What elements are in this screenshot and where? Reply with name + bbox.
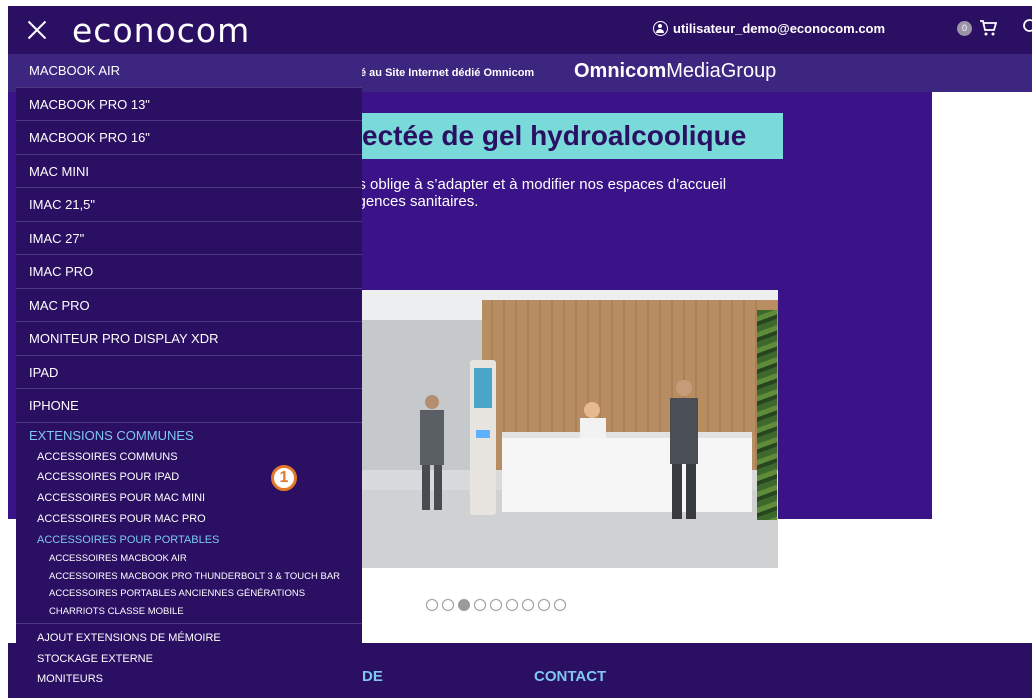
plant-wall: [757, 310, 777, 520]
carousel-dot[interactable]: [506, 599, 518, 611]
subsubmenu-item-macbook-pro-thunderbolt[interactable]: ACCESSOIRES MACBOOK PRO THUNDERBOLT 3 & …: [16, 568, 362, 585]
submenu-item-accessoires-mac-pro[interactable]: ACCESSOIRES POUR MAC PRO: [16, 509, 362, 530]
menu-item-macbook-air[interactable]: MACBOOK AIR: [16, 54, 362, 88]
hero-description: us oblige à s’adapter et à modifier nos …: [350, 176, 727, 210]
menu-item-macbook-pro-16[interactable]: MACBOOK PRO 16": [16, 121, 362, 155]
cart-icon[interactable]: [978, 18, 998, 38]
search-icon[interactable]: [1022, 18, 1032, 36]
menu-item-imac-pro[interactable]: IMAC PRO: [16, 255, 362, 289]
partner-banner-text: é au Site Internet dédié Omnicom: [360, 67, 535, 79]
footer-link-contact[interactable]: CONTACT: [534, 668, 606, 685]
menu-item-mac-mini[interactable]: MAC MINI: [16, 155, 362, 188]
menu-item-ipad[interactable]: IPAD: [16, 356, 362, 389]
carousel-dot[interactable]: [554, 599, 566, 611]
submenu-item-accessoires-ipad[interactable]: ACCESSOIRES POUR IPAD: [16, 467, 362, 488]
menu-section-extensions-communes[interactable]: EXTENSIONS COMMUNES: [16, 423, 362, 447]
top-navigation-bar: econocom utilisateur_demo@econocom.com 0: [8, 6, 1032, 54]
menu-item-extensions-memoire[interactable]: AJOUT EXTENSIONS DE MÉMOIRE: [16, 628, 362, 649]
footer-link[interactable]: DE: [362, 668, 383, 685]
menu-item-moniteurs[interactable]: MONITEURS: [16, 669, 362, 690]
carousel-dot[interactable]: [522, 599, 534, 611]
annotation-marker: 1: [271, 465, 297, 491]
carousel-dot[interactable]: [538, 599, 550, 611]
user-account-link[interactable]: utilisateur_demo@econocom.com: [653, 21, 885, 36]
menu-item-imac-27[interactable]: IMAC 27": [16, 222, 362, 255]
carousel-dot[interactable]: [490, 599, 502, 611]
menu-item-iphone[interactable]: IPHONE: [16, 389, 362, 423]
carousel-dot-active[interactable]: [458, 599, 470, 611]
carousel-pagination: [426, 599, 566, 611]
submenu-item-accessoires-portables[interactable]: ACCESSOIRES POUR PORTABLES: [16, 530, 362, 551]
omnicom-logo-rest: MediaGroup: [666, 60, 777, 82]
subsubmenu-item-anciennes-generations[interactable]: ACCESSOIRES PORTABLES ANCIENNES GÉNÉRATI…: [16, 585, 362, 602]
user-email: utilisateur_demo@econocom.com: [673, 21, 886, 36]
subsubmenu-item-macbook-air[interactable]: ACCESSOIRES MACBOOK AIR: [16, 550, 362, 567]
menu-item-stockage-externe[interactable]: STOCKAGE EXTERNE: [16, 649, 362, 670]
carousel-dot[interactable]: [442, 599, 454, 611]
menu-item-pro-display-xdr[interactable]: MONITEUR PRO DISPLAY XDR: [16, 322, 362, 356]
carousel-dot[interactable]: [474, 599, 486, 611]
close-icon[interactable]: [22, 15, 52, 45]
omnicom-logo: OmnicomMediaGroup: [574, 60, 776, 83]
menu-item-macbook-pro-13[interactable]: MACBOOK PRO 13": [16, 88, 362, 121]
portables-submenu: ACCESSOIRES MACBOOK AIR ACCESSOIRES MACB…: [16, 550, 362, 625]
subsubmenu-item-charriots[interactable]: CHARRIOTS CLASSE MOBILE: [16, 603, 362, 620]
cart-count-badge: 0: [957, 21, 972, 36]
carousel-dot[interactable]: [426, 599, 438, 611]
hero-title: ectée de gel hydroalcoolique: [348, 113, 783, 159]
page: econocom utilisateur_demo@econocom.com 0…: [0, 0, 1032, 698]
user-icon: [653, 21, 668, 36]
econocom-logo[interactable]: econocom: [72, 11, 250, 50]
category-dropdown-menu: MACBOOK AIR MACBOOK PRO 13" MACBOOK PRO …: [16, 54, 362, 698]
omnicom-logo-bold: Omnicom: [574, 60, 667, 82]
submenu-item-accessoires-mac-mini[interactable]: ACCESSOIRES POUR MAC MINI: [16, 488, 362, 509]
hero-lobby-image: [352, 290, 778, 568]
submenu-item-accessoires-communs[interactable]: ACCESSOIRES COMMUNS: [16, 447, 362, 468]
menu-item-imac-21[interactable]: IMAC 21,5": [16, 188, 362, 222]
menu-item-mac-pro[interactable]: MAC PRO: [16, 289, 362, 322]
menu-bottom-group: AJOUT EXTENSIONS DE MÉMOIRE STOCKAGE EXT…: [16, 624, 362, 690]
